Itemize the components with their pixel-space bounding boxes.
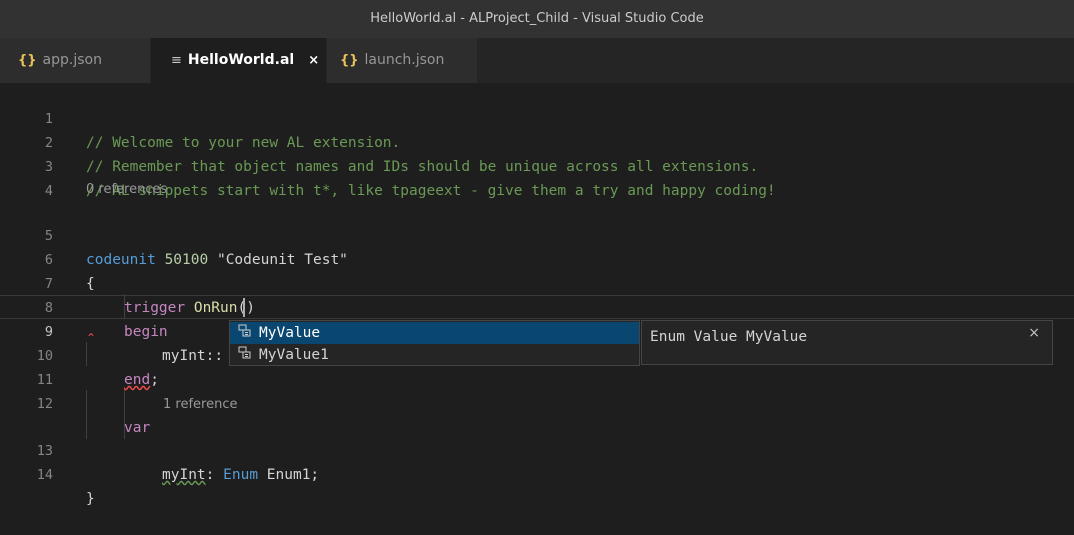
code-text: } — [86, 491, 95, 507]
variable-name: myInt — [162, 467, 206, 483]
code-line-4: 4 — [0, 155, 1074, 199]
tab-bar: {} app.json ≡ HelloWorld.al × {} launch.json — [0, 38, 1074, 83]
code-lens-references[interactable]: 0 references — [86, 180, 167, 200]
json-braces-icon: {} — [18, 53, 37, 68]
tab-label: HelloWorld.al — [187, 52, 295, 68]
window-title: HelloWorld.al - ALProject_Child - Visual… — [370, 11, 704, 26]
text-cursor — [243, 298, 245, 317]
tab-label: launch.json — [364, 52, 445, 68]
code-lens-references[interactable]: 1 reference — [163, 395, 237, 415]
code-line-12: 12 var — [0, 368, 1074, 436]
tab-label: app.json — [42, 52, 102, 68]
code-editor[interactable]: 1 // Welcome to your new AL extension. 2… — [0, 83, 1074, 525]
code-line-14: 14 } — [0, 439, 1074, 507]
tab-app-json[interactable]: {} app.json — [0, 38, 150, 83]
error-squiggle-icon: ⌃ — [86, 331, 97, 345]
suggest-details-panel: Enum Value MyValue × — [641, 320, 1053, 365]
code-line-5: 5 codeunit 50100 "Codeunit Test" — [0, 200, 1074, 268]
code-line-9-current: 9 myInt:: — [0, 295, 1074, 364]
suggest-detail-text: Enum Value MyValue — [650, 329, 808, 345]
keyword: Enum — [223, 467, 259, 483]
close-icon[interactable]: × — [1028, 325, 1040, 341]
file-lines-icon: ≡ — [171, 53, 182, 68]
code-text: Enum1; — [258, 467, 320, 483]
tab-helloworld-al[interactable]: ≡ HelloWorld.al × — [151, 38, 326, 83]
line-number: 14 — [36, 467, 53, 483]
tab-launch-json[interactable]: {} launch.json — [327, 38, 477, 83]
code-line-6: 6 { — [0, 224, 1074, 292]
code-line-7: 7 trigger OnRun() — [0, 248, 1074, 316]
code-text: : — [205, 467, 224, 483]
json-braces-icon: {} — [340, 53, 359, 68]
suggest-widget: MyValue MyValue1 — [229, 320, 640, 366]
suggestion-item[interactable]: MyValue1 — [230, 344, 639, 366]
code-line-3: 3 // AL snippets start with t*, like tpa… — [0, 131, 1074, 199]
code-line-13: 13 myInt: Enum Enum1; — [0, 415, 1074, 483]
close-icon[interactable]: × — [308, 53, 319, 68]
code-line-2: 2 // Remember that object names and IDs … — [0, 107, 1074, 175]
title-bar: HelloWorld.al - ALProject_Child - Visual… — [0, 0, 1074, 38]
enum-member-icon — [235, 344, 253, 366]
code-line-1: 1 // Welcome to your new AL extension. — [0, 83, 1074, 151]
suggestion-item-selected[interactable]: MyValue — [230, 322, 639, 344]
suggestion-label: MyValue1 — [259, 347, 329, 363]
enum-member-icon — [235, 322, 253, 344]
line-number: 12 — [36, 396, 53, 412]
suggestion-label: MyValue — [259, 325, 321, 341]
code-line-8: 8 begin — [0, 272, 1074, 340]
